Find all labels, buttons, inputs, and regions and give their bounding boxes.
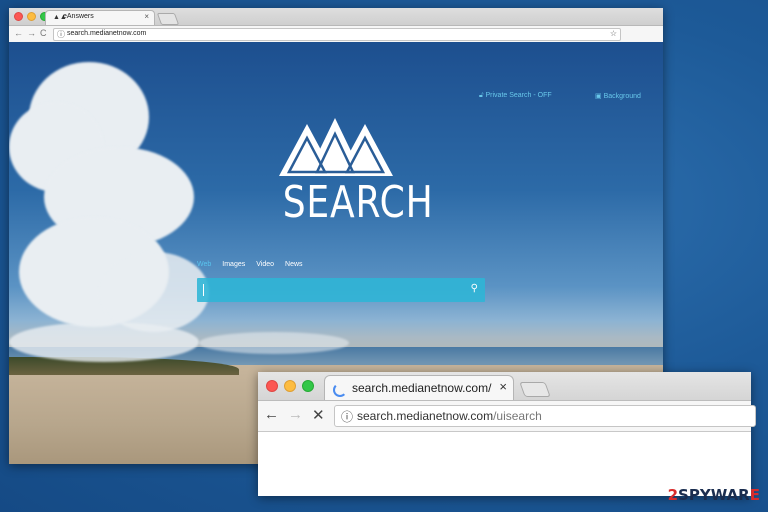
- image-icon: ▣: [595, 93, 602, 100]
- browser-tab-uisearch[interactable]: search.medianetnow.com/uisearch ×: [324, 375, 514, 400]
- tab-close-icon[interactable]: ×: [144, 12, 149, 21]
- minimize-window-button[interactable]: [27, 12, 36, 21]
- maximize-window-button[interactable]: [302, 380, 314, 392]
- window-controls: [266, 380, 314, 392]
- forward-button[interactable]: →: [27, 28, 36, 38]
- private-search-label: Private Search - OFF: [485, 92, 552, 99]
- search-tabs: Web Images Video News: [197, 261, 303, 268]
- browser-toolbar: ← → C ⓘ search.medianetnow.com ☆: [9, 26, 663, 43]
- stop-button[interactable]: ✕: [312, 406, 325, 424]
- lock-icon: 🔓︎: [479, 92, 484, 99]
- watermark-brand: SPYWAR: [678, 486, 750, 504]
- watermark-logo: 2SPYWARE: [668, 486, 760, 504]
- background-toggle[interactable]: ▣ Background: [595, 92, 641, 100]
- forward-button[interactable]: →: [288, 406, 303, 423]
- address-bar[interactable]: ⓘ search.medianetnow.com/uisearch: [334, 405, 756, 427]
- background-label: Background: [603, 93, 641, 100]
- search-tab-web[interactable]: Web: [197, 261, 211, 268]
- info-icon[interactable]: ⓘ: [57, 29, 65, 40]
- logo-text: SEARCH: [282, 177, 434, 228]
- search-icon[interactable]: ⚲: [471, 283, 478, 294]
- zoomed-browser-window: search.medianetnow.com/uisearch × ← → ✕ …: [258, 372, 756, 496]
- reload-button[interactable]: C: [40, 28, 47, 38]
- new-tab-button[interactable]: [156, 13, 180, 25]
- address-bar[interactable]: ⓘ search.medianetnow.com ☆: [53, 28, 621, 41]
- search-tab-images[interactable]: Images: [222, 261, 245, 268]
- window-controls: [14, 12, 49, 21]
- background-cloud: [99, 252, 209, 332]
- search-tab-news[interactable]: News: [285, 261, 303, 268]
- watermark-prefix: 2: [667, 486, 679, 504]
- tab-bar: search.medianetnow.com/uisearch ×: [258, 372, 751, 401]
- watermark-suffix: E: [749, 486, 760, 504]
- star-icon[interactable]: ☆: [610, 29, 617, 38]
- tab-title: search.medianetnow.com/uisearch: [352, 381, 492, 395]
- browser-tab-eanswers[interactable]: ▲▲ eAnswers ×: [45, 10, 155, 25]
- search-input[interactable]: ⚲: [197, 278, 485, 302]
- text-caret: [203, 284, 204, 296]
- minimize-window-button[interactable]: [284, 380, 296, 392]
- address-url[interactable]: search.medianetnow.com/uisearch: [357, 409, 542, 423]
- back-button[interactable]: ←: [14, 28, 23, 38]
- new-tab-button[interactable]: [519, 382, 551, 397]
- info-icon[interactable]: ⓘ: [341, 408, 353, 425]
- loading-spinner-icon: [333, 383, 347, 397]
- close-window-button[interactable]: [14, 12, 23, 21]
- background-cloud: [199, 332, 349, 354]
- url-host: search.medianetnow.com: [357, 409, 494, 423]
- background-cloud: [9, 322, 199, 362]
- search-tab-video[interactable]: Video: [256, 261, 274, 268]
- url-path: /uisearch: [493, 409, 542, 423]
- tab-close-icon[interactable]: ×: [499, 379, 507, 394]
- close-window-button[interactable]: [266, 380, 278, 392]
- tab-bar: ▲▲ eAnswers ×: [9, 8, 663, 26]
- private-search-toggle[interactable]: 🔓︎ Private Search - OFF: [479, 92, 552, 100]
- tab-title: eAnswers: [63, 13, 94, 20]
- browser-toolbar: ← → ✕ ⓘ search.medianetnow.com/uisearch: [258, 401, 756, 432]
- address-url[interactable]: search.medianetnow.com: [67, 30, 146, 37]
- back-button[interactable]: ←: [264, 406, 279, 423]
